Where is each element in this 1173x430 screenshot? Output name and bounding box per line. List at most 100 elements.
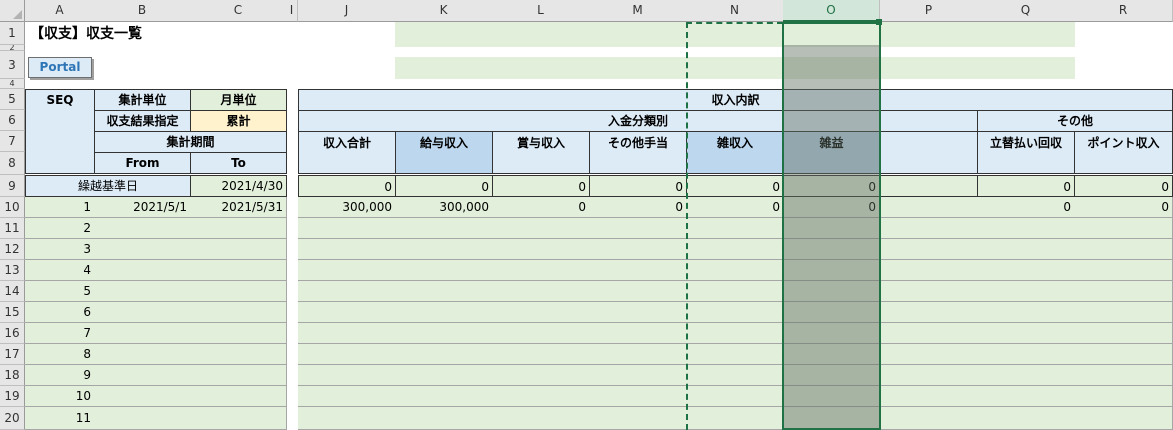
column-header-i[interactable]: I — [286, 0, 298, 22]
income-cell-r15-c8[interactable] — [1074, 302, 1173, 323]
row-header-7[interactable]: 7 — [0, 131, 25, 152]
row-13-seq[interactable]: 4 — [25, 260, 95, 281]
column-header-o[interactable]: O — [783, 0, 880, 22]
row-15-from[interactable] — [94, 302, 191, 323]
income-cell-r11-c0[interactable] — [298, 218, 396, 239]
income-cell-r20-c6[interactable] — [880, 407, 978, 430]
income-cell-r11-c8[interactable] — [1074, 218, 1173, 239]
income-cell-r20-c5[interactable] — [783, 407, 880, 430]
income-cell-r19-c6[interactable] — [880, 386, 978, 407]
income-cell-r12-c5[interactable] — [783, 239, 880, 260]
income-cell-r20-c8[interactable] — [1074, 407, 1173, 430]
row-header-10[interactable]: 10 — [0, 197, 25, 218]
income-cell-r15-c3[interactable] — [589, 302, 687, 323]
income-cell-r9-c7[interactable]: 0 — [977, 175, 1075, 197]
income-cell-r14-c1[interactable] — [395, 281, 493, 302]
income-cell-r19-c4[interactable] — [686, 386, 784, 407]
column-header-c[interactable]: C — [190, 0, 287, 22]
income-cell-r11-c2[interactable] — [492, 218, 590, 239]
income-cell-r18-c1[interactable] — [395, 365, 493, 386]
income-cell-r9-c5[interactable]: 0 — [783, 175, 880, 197]
income-cell-r15-c1[interactable] — [395, 302, 493, 323]
income-cell-r9-c8[interactable]: 0 — [1074, 175, 1173, 197]
row-17-to[interactable] — [190, 344, 287, 365]
income-cell-r16-c3[interactable] — [589, 323, 687, 344]
income-cell-r18-c3[interactable] — [589, 365, 687, 386]
income-cell-r19-c0[interactable] — [298, 386, 396, 407]
column-header-r[interactable]: R — [1074, 0, 1173, 22]
row-header-14[interactable]: 14 — [0, 281, 25, 302]
income-cell-r20-c4[interactable] — [686, 407, 784, 430]
income-cell-r12-c2[interactable] — [492, 239, 590, 260]
income-cell-r19-c1[interactable] — [395, 386, 493, 407]
income-cell-r13-c8[interactable] — [1074, 260, 1173, 281]
income-cell-r16-c2[interactable] — [492, 323, 590, 344]
income-cell-r18-c8[interactable] — [1074, 365, 1173, 386]
row-header-12[interactable]: 12 — [0, 239, 25, 260]
column-header-q[interactable]: Q — [977, 0, 1075, 22]
column-header-l[interactable]: L — [492, 0, 590, 22]
row-header-6[interactable]: 6 — [0, 110, 25, 131]
income-cell-r18-c5[interactable] — [783, 365, 880, 386]
income-cell-r17-c2[interactable] — [492, 344, 590, 365]
income-cell-r13-c5[interactable] — [783, 260, 880, 281]
row-14-seq[interactable]: 5 — [25, 281, 95, 302]
income-cell-r13-c1[interactable] — [395, 260, 493, 281]
income-cell-r20-c2[interactable] — [492, 407, 590, 430]
income-cell-r14-c4[interactable] — [686, 281, 784, 302]
column-header-m[interactable]: M — [589, 0, 687, 22]
income-cell-r14-c5[interactable] — [783, 281, 880, 302]
income-cell-r12-c6[interactable] — [880, 239, 978, 260]
row-header-5[interactable]: 5 — [0, 89, 25, 110]
row-header-8[interactable]: 8 — [0, 152, 25, 175]
income-cell-r18-c2[interactable] — [492, 365, 590, 386]
column-header-n[interactable]: N — [686, 0, 784, 22]
income-cell-r15-c4[interactable] — [686, 302, 784, 323]
row-13-from[interactable] — [94, 260, 191, 281]
income-cell-r11-c1[interactable] — [395, 218, 493, 239]
income-cell-r13-c2[interactable] — [492, 260, 590, 281]
row-header-19[interactable]: 19 — [0, 386, 25, 407]
income-cell-r15-c2[interactable] — [492, 302, 590, 323]
income-cell-r16-c8[interactable] — [1074, 323, 1173, 344]
income-cell-r9-c4[interactable]: 0 — [686, 175, 784, 197]
fill-handle[interactable] — [876, 19, 882, 25]
income-cell-r12-c4[interactable] — [686, 239, 784, 260]
row-20-seq[interactable]: 11 — [25, 407, 95, 430]
income-cell-r14-c6[interactable] — [880, 281, 978, 302]
income-cell-r13-c4[interactable] — [686, 260, 784, 281]
row-header-11[interactable]: 11 — [0, 218, 25, 239]
income-cell-r18-c4[interactable] — [686, 365, 784, 386]
income-cell-r19-c5[interactable] — [783, 386, 880, 407]
income-cell-r17-c4[interactable] — [686, 344, 784, 365]
column-header-p[interactable]: P — [880, 0, 978, 22]
income-cell-r12-c7[interactable] — [977, 239, 1075, 260]
income-cell-r13-c7[interactable] — [977, 260, 1075, 281]
income-cell-r20-c0[interactable] — [298, 407, 396, 430]
income-cell-r14-c2[interactable] — [492, 281, 590, 302]
row-header-16[interactable]: 16 — [0, 323, 25, 344]
row-header-13[interactable]: 13 — [0, 260, 25, 281]
income-cell-r10-c0[interactable]: 300,000 — [298, 197, 396, 218]
income-cell-r11-c6[interactable] — [880, 218, 978, 239]
income-cell-r10-c2[interactable]: 0 — [492, 197, 590, 218]
row-14-to[interactable] — [190, 281, 287, 302]
row-12-from[interactable] — [94, 239, 191, 260]
row-18-seq[interactable]: 9 — [25, 365, 95, 386]
income-cell-r11-c4[interactable] — [686, 218, 784, 239]
income-cell-r15-c6[interactable] — [880, 302, 978, 323]
income-cell-r9-c2[interactable]: 0 — [492, 175, 590, 197]
income-cell-r9-c1[interactable]: 0 — [395, 175, 493, 197]
row-16-to[interactable] — [190, 323, 287, 344]
column-header-a[interactable]: A — [25, 0, 95, 22]
income-cell-r9-c0[interactable]: 0 — [298, 175, 396, 197]
income-cell-r11-c5[interactable] — [783, 218, 880, 239]
income-cell-r17-c1[interactable] — [395, 344, 493, 365]
income-cell-r16-c7[interactable] — [977, 323, 1075, 344]
income-cell-r16-c0[interactable] — [298, 323, 396, 344]
income-cell-r17-c0[interactable] — [298, 344, 396, 365]
row10-to[interactable]: 2021/5/31 — [190, 197, 287, 218]
income-cell-r19-c7[interactable] — [977, 386, 1075, 407]
row-18-from[interactable] — [94, 365, 191, 386]
row-header-3[interactable]: 3 — [0, 51, 25, 79]
